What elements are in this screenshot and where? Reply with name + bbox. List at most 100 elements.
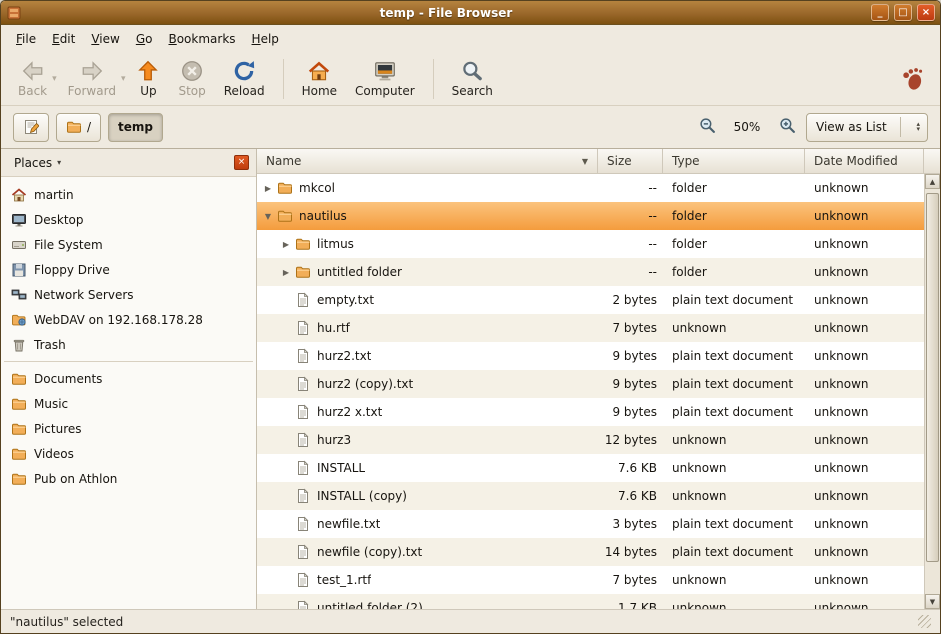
file-row-hu-rtf[interactable]: hu.rtf7 bytesunknownunknown (257, 314, 924, 342)
file-row-untitled-folder-2[interactable]: untitled folder (2)1.7 KBunknownunknown (257, 594, 924, 609)
edit-location-toggle[interactable] (13, 113, 49, 142)
forward-button[interactable]: Forward (59, 56, 125, 101)
file-row-hurz2-copy-txt[interactable]: hurz2 (copy).txt9 bytesplain text docume… (257, 370, 924, 398)
sidebar-separator (4, 361, 253, 362)
view-selector[interactable]: View as List ▴ ▾ (806, 113, 928, 142)
menu-go[interactable]: Go (128, 28, 161, 50)
menu-edit[interactable]: Edit (44, 28, 83, 50)
file-row-nautilus[interactable]: ▼nautilus--folderunknown (257, 202, 924, 230)
zoom-out-button[interactable] (695, 115, 719, 139)
maximize-button[interactable]: □ (894, 4, 912, 21)
file-date-modified: unknown (805, 237, 924, 251)
zoom-level: 50% (726, 120, 768, 134)
computer-button[interactable]: Computer (346, 56, 424, 101)
sidebar-item-documents[interactable]: Documents (1, 366, 256, 391)
sidebar-item-desktop[interactable]: Desktop (1, 207, 256, 232)
folder-icon (11, 421, 27, 437)
home-button[interactable]: Home (293, 56, 346, 101)
file-row-install-copy[interactable]: INSTALL (copy)7.6 KBunknownunknown (257, 482, 924, 510)
file-type: plain text document (663, 349, 805, 363)
scrollbar-thumb[interactable] (926, 193, 939, 562)
sidebar-item-pictures[interactable]: Pictures (1, 416, 256, 441)
scroll-up-button[interactable]: ▲ (925, 174, 940, 189)
expander-expanded-icon[interactable]: ▼ (261, 212, 275, 221)
file-row-hurz3[interactable]: hurz312 bytesunknownunknown (257, 426, 924, 454)
file-size: 7.6 KB (598, 489, 663, 503)
scrollbar-track[interactable] (925, 189, 940, 594)
titlebar[interactable]: temp - File Browser _ □ × (1, 1, 940, 25)
sidebar-item-martin[interactable]: martin (1, 182, 256, 207)
file-row-newfile-txt[interactable]: newfile.txt3 bytesplain text documentunk… (257, 510, 924, 538)
file-size: 9 bytes (598, 405, 663, 419)
file-name: untitled folder (2) (317, 601, 423, 609)
path-root-button[interactable]: / (56, 113, 101, 142)
places-selector[interactable]: Places ▾ (8, 154, 67, 172)
menu-help[interactable]: Help (244, 28, 287, 50)
file-type: plain text document (663, 405, 805, 419)
expander-collapsed-icon[interactable]: ▶ (279, 240, 293, 249)
close-button[interactable]: × (917, 4, 935, 21)
file-row-litmus[interactable]: ▶litmus--folderunknown (257, 230, 924, 258)
resize-grip[interactable] (918, 615, 931, 628)
scroll-down-button[interactable]: ▼ (925, 594, 940, 609)
zoom-in-button[interactable] (775, 115, 799, 139)
vertical-scrollbar[interactable]: ▲ ▼ (924, 174, 940, 609)
sidebar-item-file-system[interactable]: File System (1, 232, 256, 257)
sidebar-item-floppy-drive[interactable]: Floppy Drive (1, 257, 256, 282)
column-header-type[interactable]: Type (663, 149, 805, 174)
file-date-modified: unknown (805, 489, 924, 503)
reload-button-label: Reload (224, 84, 265, 98)
column-header-name[interactable]: Name ▼ (257, 149, 598, 174)
stop-button[interactable]: Stop (169, 56, 214, 101)
path-current-button[interactable]: temp (108, 113, 163, 142)
file-name: newfile.txt (317, 517, 380, 531)
sidebar-item-trash[interactable]: Trash (1, 332, 256, 357)
reload-button[interactable]: Reload (215, 56, 274, 101)
folder-icon (295, 236, 311, 252)
folder-icon (11, 371, 27, 387)
column-header-size[interactable]: Size (598, 149, 663, 174)
menu-bookmarks[interactable]: Bookmarks (160, 28, 243, 50)
back-button-label: Back (18, 84, 47, 98)
expander-collapsed-icon[interactable]: ▶ (261, 184, 275, 193)
minimize-button[interactable]: _ (871, 4, 889, 21)
sidebar-item-music[interactable]: Music (1, 391, 256, 416)
file-row-empty-txt[interactable]: empty.txt2 bytesplain text documentunkno… (257, 286, 924, 314)
search-button[interactable]: Search (443, 56, 502, 101)
menu-view[interactable]: View (83, 28, 127, 50)
expander-collapsed-icon[interactable]: ▶ (279, 268, 293, 277)
file-size: 3 bytes (598, 517, 663, 531)
file-name: untitled folder (317, 265, 402, 279)
column-headers: Name ▼ Size Type Date Modified (257, 149, 940, 174)
home-small-icon (11, 187, 27, 203)
menu-file[interactable]: File (8, 28, 44, 50)
back-dropdown-arrow-icon[interactable]: ▾ (52, 74, 57, 84)
sidebar-item-webdav-on-192-168-178-28[interactable]: WebDAV on 192.168.178.28 (1, 307, 256, 332)
file-type: folder (663, 265, 805, 279)
file-row-newfile-copy-txt[interactable]: newfile (copy).txt14 bytesplain text doc… (257, 538, 924, 566)
folder-icon (277, 180, 293, 196)
file-row-untitled-folder[interactable]: ▶untitled folder--folderunknown (257, 258, 924, 286)
stepper-down-icon: ▾ (916, 127, 920, 132)
sidebar-item-network-servers[interactable]: Network Servers (1, 282, 256, 307)
sidebar-close-button[interactable]: × (234, 155, 249, 170)
places-sidebar: Places ▾ × martinDesktopFile SystemFlopp… (1, 149, 257, 609)
sidebar-item-pub-on-athlon[interactable]: Pub on Athlon (1, 466, 256, 491)
file-row-hurz2-txt[interactable]: hurz2.txt9 bytesplain text documentunkno… (257, 342, 924, 370)
up-button[interactable]: Up (127, 56, 169, 101)
file-row-install[interactable]: INSTALL7.6 KBunknownunknown (257, 454, 924, 482)
file-type: plain text document (663, 377, 805, 391)
text-file-icon (295, 488, 311, 504)
column-header-date-modified[interactable]: Date Modified (805, 149, 924, 174)
file-row-hurz2-x-txt[interactable]: hurz2 x.txt9 bytesplain text documentunk… (257, 398, 924, 426)
status-text: "nautilus" selected (10, 615, 123, 629)
file-size: 7 bytes (598, 573, 663, 587)
forward-dropdown-arrow-icon[interactable]: ▾ (121, 74, 126, 84)
file-row-test-1-rtf[interactable]: test_1.rtf7 bytesunknownunknown (257, 566, 924, 594)
sidebar-item-videos[interactable]: Videos (1, 441, 256, 466)
file-row-mkcol[interactable]: ▶mkcol--folderunknown (257, 174, 924, 202)
list-body: ▶mkcol--folderunknown▼nautilus--folderun… (257, 174, 940, 609)
back-button[interactable]: Back (9, 56, 56, 101)
sidebar-item-label: Videos (34, 447, 74, 461)
places-arrow-icon: ▾ (57, 158, 61, 167)
